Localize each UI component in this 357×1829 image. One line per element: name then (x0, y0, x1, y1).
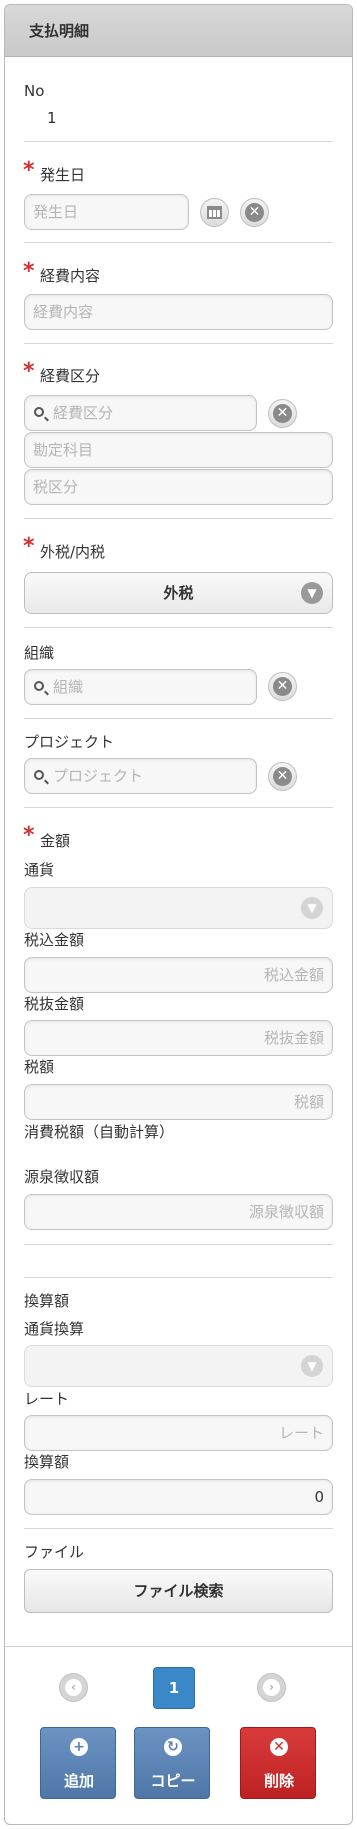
required-mark: * (23, 534, 35, 559)
divider (24, 518, 333, 519)
required-mark: * (23, 158, 35, 183)
expense-category-placeholder: 経費区分 (53, 404, 114, 422)
delete-icon: ✕ (270, 1738, 288, 1756)
chevron-down-icon: ▼ (301, 582, 323, 604)
search-icon (34, 407, 44, 417)
organization-search[interactable]: 組織 (24, 669, 257, 705)
divider (24, 1277, 333, 1278)
divider (24, 1528, 333, 1529)
amount-label: 金額 (40, 832, 71, 850)
search-icon (34, 770, 44, 780)
withholding-placeholder: 源泉徴収額 (248, 1203, 324, 1221)
project-label: プロジェクト (24, 733, 115, 751)
currency-label: 通貨 (24, 861, 55, 879)
rate-input[interactable]: レート (24, 1415, 333, 1451)
tax-amount-placeholder: 税額 (293, 1093, 324, 1111)
required-mark: * (23, 359, 35, 384)
file-label: ファイル (24, 1543, 85, 1561)
search-icon (34, 681, 44, 691)
clear-organization-button[interactable]: ✕ (268, 672, 297, 701)
panel-header: 支払明細 (5, 5, 352, 57)
occurrence-date-label: 発生日 (40, 166, 86, 184)
no-label: No (24, 82, 45, 100)
copy-button-label: コピー (150, 1772, 196, 1790)
chevron-left-icon: ‹ (65, 1679, 82, 1696)
converted-amount-value: 0 (314, 1488, 324, 1506)
converted-amount-input[interactable]: 0 (24, 1479, 333, 1515)
withholding-input[interactable]: 源泉徴収額 (24, 1194, 333, 1230)
delete-button-label: 削除 (263, 1772, 294, 1790)
chevron-down-icon: ▼ (301, 897, 323, 919)
organization-placeholder: 組織 (53, 678, 84, 696)
account-item-field: 勘定科目 (24, 432, 333, 468)
tax-included-label: 税込金額 (24, 931, 85, 949)
tax-excluded-input[interactable]: 税抜金額 (24, 1020, 333, 1056)
tax-amount-label: 税額 (24, 1058, 55, 1076)
converted-amount-label: 換算額 (24, 1453, 70, 1471)
project-placeholder: プロジェクト (53, 767, 144, 785)
expense-content-label: 経費内容 (40, 267, 101, 285)
plus-icon: + (70, 1738, 88, 1756)
divider (24, 807, 333, 808)
currency-conversion-label: 通貨換算 (24, 1320, 85, 1338)
no-value: 1 (47, 109, 57, 127)
rate-label: レート (24, 1390, 70, 1408)
close-icon: ✕ (245, 203, 264, 222)
add-button-label: 追加 (63, 1772, 94, 1790)
divider (24, 141, 333, 142)
calendar-button[interactable] (200, 198, 229, 227)
expense-content-placeholder: 経費内容 (33, 303, 94, 321)
expense-category-label: 経費区分 (40, 367, 101, 385)
close-icon: ✕ (273, 767, 292, 786)
divider (24, 343, 333, 344)
footer-divider (5, 1646, 352, 1647)
tax-excluded-label: 税抜金額 (24, 995, 85, 1013)
delete-button[interactable]: ✕ 削除 (240, 1727, 316, 1799)
expense-category-search[interactable]: 経費区分 (24, 395, 257, 431)
consumption-tax-label: 消費税額（自動計算） (24, 1123, 175, 1141)
tax-category-field: 税区分 (24, 469, 333, 505)
close-icon: ✕ (273, 677, 292, 696)
project-search[interactable]: プロジェクト (24, 758, 257, 794)
current-page[interactable]: 1 (153, 1667, 195, 1709)
divider (24, 718, 333, 719)
account-item-placeholder: 勘定科目 (33, 441, 94, 459)
required-mark: * (23, 259, 35, 284)
currency-conversion-select[interactable]: ▼ (24, 1345, 333, 1387)
chevron-right-icon: › (263, 1679, 280, 1696)
tax-type-select[interactable]: 外税 ▼ (24, 572, 333, 614)
prev-page-button[interactable]: ‹ (59, 1673, 88, 1702)
tax-type-selected: 外税 (163, 584, 194, 602)
conversion-section-label: 換算額 (24, 1292, 70, 1310)
clear-expense-category-button[interactable]: ✕ (268, 399, 297, 428)
copy-icon: ↻ (164, 1738, 182, 1756)
chevron-down-icon: ▼ (301, 1355, 323, 1377)
tax-amount-input[interactable]: 税額 (24, 1084, 333, 1120)
copy-button[interactable]: ↻ コピー (134, 1727, 210, 1799)
divider (24, 242, 333, 243)
divider (24, 1244, 333, 1245)
rate-placeholder: レート (278, 1424, 324, 1442)
organization-label: 組織 (24, 644, 55, 662)
occurrence-date-placeholder: 発生日 (33, 203, 79, 221)
calendar-icon (207, 206, 222, 219)
tax-included-input[interactable]: 税込金額 (24, 957, 333, 993)
tax-type-label: 外税/内税 (40, 543, 106, 561)
required-mark: * (23, 823, 35, 848)
file-search-button[interactable]: ファイル検索 (24, 1569, 333, 1613)
tax-category-placeholder: 税区分 (33, 478, 79, 496)
close-icon: ✕ (273, 404, 292, 423)
divider (24, 627, 333, 628)
clear-project-button[interactable]: ✕ (268, 762, 297, 791)
tax-excluded-placeholder: 税抜金額 (263, 1029, 324, 1047)
withholding-label: 源泉徴収額 (24, 1168, 100, 1186)
next-page-button[interactable]: › (257, 1673, 286, 1702)
expense-content-input[interactable]: 経費内容 (24, 294, 333, 330)
tax-included-placeholder: 税込金額 (263, 966, 324, 984)
add-button[interactable]: + 追加 (40, 1727, 116, 1799)
clear-date-button[interactable]: ✕ (240, 198, 269, 227)
occurrence-date-input[interactable]: 発生日 (24, 194, 189, 230)
currency-select[interactable]: ▼ (24, 887, 333, 929)
